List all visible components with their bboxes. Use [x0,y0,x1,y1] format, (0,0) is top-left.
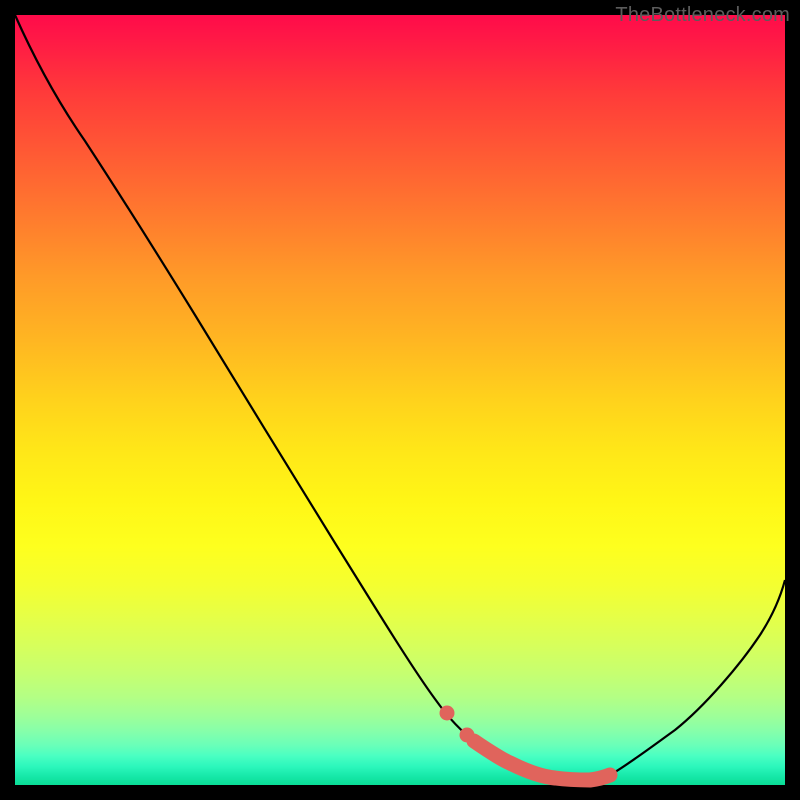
highlight-segment [440,706,611,781]
plot-area [15,15,785,785]
main-curve [15,15,785,780]
chart-container: TheBottleneck.com [0,0,800,800]
chart-svg [15,15,785,785]
watermark-text: TheBottleneck.com [615,4,790,27]
